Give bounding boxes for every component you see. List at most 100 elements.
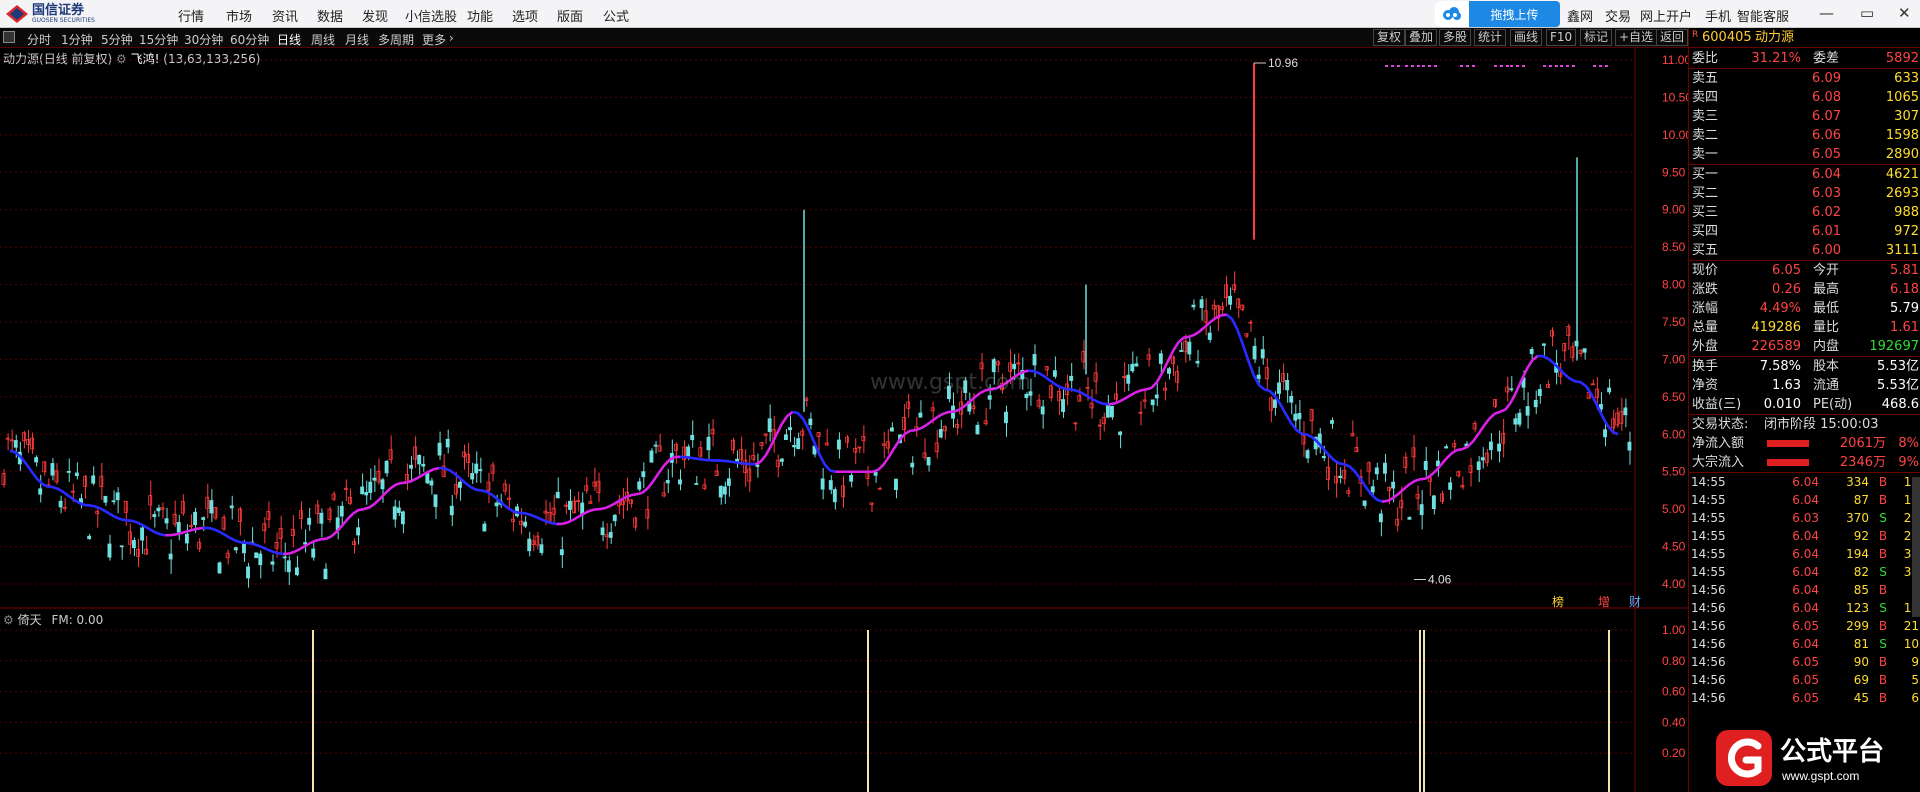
menu-support[interactable]: 智能客服 [1737, 6, 1789, 25]
price-tick-label: 4.50 [1662, 540, 1686, 554]
f10-button[interactable]: F10 [1546, 29, 1577, 46]
menu-options[interactable]: 选项 [512, 6, 538, 25]
ma-segment [588, 508, 595, 513]
sell-level-label: 卖四 [1692, 90, 1719, 105]
menu-layout[interactable]: 版面 [557, 6, 583, 25]
back-button[interactable]: 返回 [1656, 29, 1688, 46]
sell-level-row[interactable]: 卖四 6.08 1065 [1689, 88, 1920, 107]
menu-xinwang[interactable]: 鑫网 [1567, 6, 1593, 25]
period-1min[interactable]: 1分钟 [61, 31, 93, 48]
menu-functions[interactable]: 功能 [467, 6, 493, 25]
chart-badge[interactable]: 财 [1629, 595, 1641, 609]
sell-level-row[interactable]: 卖二 6.06 1598 [1689, 126, 1920, 145]
period-multi[interactable]: 多周期 [378, 31, 414, 48]
menu-stock-picker[interactable]: 小信选股 [405, 6, 457, 25]
period-weekly[interactable]: 周线 [311, 31, 335, 48]
tick-volume: 92 [1853, 529, 1869, 543]
candle-body [1130, 363, 1135, 372]
panel-toggle-icon[interactable] [3, 31, 15, 43]
candle-body [140, 527, 145, 541]
chart-badge[interactable]: 增 [1598, 595, 1610, 609]
kline-chart[interactable]: 11.00 10.50 10.00 9.50 9.00 8.50 8.00 7.50 7.00 6… [0, 48, 1688, 792]
statistics-button[interactable]: 统计 [1474, 29, 1507, 46]
chevron-right-icon[interactable]: › [449, 31, 454, 45]
sell-level-row[interactable]: 卖三 6.07 307 [1689, 107, 1920, 126]
tick-price: 6.04 [1792, 565, 1819, 579]
candle-body [34, 457, 39, 463]
tick-scrollbar[interactable] [1912, 477, 1920, 617]
buy-level-row[interactable]: 买五 6.00 3111 [1689, 241, 1920, 260]
ma-segment [722, 459, 729, 463]
ma-segment [309, 539, 317, 545]
period-monthly[interactable]: 月线 [345, 31, 369, 48]
ma-segment [1563, 373, 1571, 380]
menu-market[interactable]: 市场 [226, 6, 252, 25]
sell-level-row[interactable]: 卖五 6.09 633 [1689, 69, 1920, 88]
buy-level-row[interactable]: 买三 6.02 988 [1689, 203, 1920, 222]
candle-body [718, 485, 723, 498]
fund-label: 股本 [1813, 359, 1840, 374]
mark-button[interactable]: 标记 [1580, 29, 1613, 46]
sub-indicator-name[interactable]: 倚天 [18, 613, 42, 627]
close-icon[interactable]: ✕ [1898, 4, 1911, 22]
ma-segment [213, 528, 220, 533]
draw-line-button[interactable]: 画线 [1510, 29, 1543, 46]
menu-data[interactable]: 数据 [317, 6, 343, 25]
stat-value: 5.81 [1890, 263, 1919, 278]
buy-level-row[interactable]: 买一 6.04 4621 [1689, 165, 1920, 184]
period-intraday[interactable]: 分时 [27, 31, 51, 48]
sell-level-row[interactable]: 卖一 6.05 2890 [1689, 145, 1920, 164]
menu-trade[interactable]: 交易 [1605, 6, 1631, 25]
candle-body [755, 464, 760, 467]
candle-body [792, 445, 797, 448]
ma-segment [154, 530, 161, 536]
sub-settings-icon[interactable]: ⚙ [3, 613, 14, 627]
buy-level-row[interactable]: 买四 6.01 972 [1689, 222, 1920, 241]
ma-segment [1381, 499, 1388, 503]
multi-stock-button[interactable]: 多股 [1439, 29, 1472, 46]
menu-news[interactable]: 资讯 [272, 6, 298, 25]
minimize-icon[interactable]: — [1819, 4, 1834, 22]
buy-level-price: 6.02 [1812, 205, 1841, 220]
menu-market-quotes[interactable]: 行情 [178, 6, 204, 25]
overlay-button[interactable]: 叠加 [1405, 29, 1438, 46]
tick-count: 6 [1911, 691, 1919, 705]
stat-value: 192697 [1869, 339, 1919, 354]
upload-button[interactable]: 拖拽上传 [1435, 1, 1560, 27]
menu-open-account[interactable]: 网上开户 [1640, 6, 1692, 25]
ma-segment [1049, 379, 1056, 386]
ma-segment [1076, 389, 1083, 395]
sub-indicator-value: FM: 0.00 [51, 613, 104, 627]
ma-segment [288, 550, 295, 555]
signal-dot [1572, 65, 1575, 67]
ma-segment [1376, 498, 1383, 503]
menu-discover[interactable]: 发现 [362, 6, 388, 25]
chart-badge[interactable]: 榜 [1552, 594, 1564, 609]
add-watchlist-button[interactable]: +自选 [1615, 29, 1658, 46]
period-15min[interactable]: 15分钟 [139, 31, 178, 48]
maximize-icon[interactable]: ▭ [1860, 4, 1874, 22]
ma-segment [802, 418, 810, 430]
period-60min[interactable]: 60分钟 [230, 31, 269, 48]
period-daily[interactable]: 日线 [277, 31, 301, 48]
candle-body [193, 511, 197, 526]
menu-formula[interactable]: 公式 [603, 6, 629, 25]
ma-segment [764, 444, 773, 456]
ma-segment [910, 428, 916, 432]
tick-volume: 123 [1846, 601, 1869, 615]
period-30min[interactable]: 30分钟 [184, 31, 223, 48]
candle-body [788, 427, 792, 431]
ma-segment [1193, 330, 1201, 336]
period-more[interactable]: 更多 [422, 31, 446, 48]
candle-body [1289, 395, 1294, 403]
ma-segment [411, 476, 418, 482]
candle-body [1256, 374, 1261, 379]
menu-mobile[interactable]: 手机 [1705, 6, 1731, 25]
buy-level-row[interactable]: 买二 6.03 2693 [1689, 184, 1920, 203]
period-5min[interactable]: 5分钟 [101, 31, 133, 48]
candle-body [1126, 374, 1131, 384]
ma-segment [663, 459, 671, 467]
adjust-button[interactable]: 复权 [1373, 29, 1406, 46]
candle-body [148, 495, 153, 506]
ma-segment [829, 469, 836, 473]
